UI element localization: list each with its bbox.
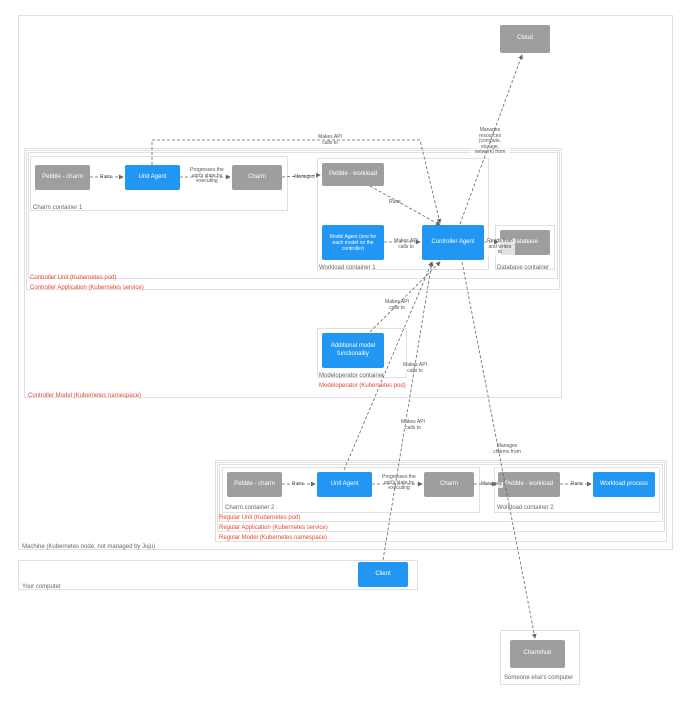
label-modeloperator-container: Modeloperator container bbox=[319, 373, 384, 379]
text-prog-2: Progresses the unit's state by executing bbox=[380, 475, 418, 492]
label-controller-model: Controller Model (Kubernetes namespace) bbox=[28, 393, 141, 399]
node-workload-process: Workload process bbox=[593, 472, 655, 497]
edge-manages-resources: Manages resources (compute, storage, net… bbox=[470, 128, 510, 156]
label-your-computer: Your computer bbox=[22, 584, 61, 590]
node-additional-model: Additional model functionality bbox=[322, 333, 384, 368]
edge-manages-1: Manages bbox=[293, 175, 316, 181]
edge-runs-2: Runs bbox=[388, 200, 402, 206]
node-charmhub: Charmhub bbox=[510, 640, 565, 668]
node-controller-agent: Controller Agent bbox=[422, 225, 484, 260]
edge-reads-writes: Reads from and writes to bbox=[485, 239, 515, 256]
node-unit-agent-2: Unit Agent bbox=[317, 472, 372, 497]
label-regular-app: Regular Application (Kubernetes service) bbox=[219, 525, 328, 531]
edge-manages-2: Manages bbox=[480, 482, 503, 488]
edge-runs-3: Runs bbox=[291, 482, 305, 488]
node-unit-agent-1: Unit Agent bbox=[125, 165, 180, 190]
edge-api-4: Makes API calls to bbox=[400, 363, 430, 374]
node-charm-2: Charm bbox=[424, 472, 474, 497]
node-model-agent: Model Agent (one for each model on the c… bbox=[322, 225, 384, 260]
label-regular-unit: Regular Unit (Kubernetes pod) bbox=[219, 515, 300, 521]
label-workload-container-1: Workload container 1 bbox=[319, 265, 376, 271]
edge-api-5: Makes API calls to bbox=[398, 420, 428, 431]
edge-api-2: Makes API calls to bbox=[392, 239, 420, 250]
edge-api-3: Makes API calls to bbox=[382, 300, 412, 311]
node-pebble-workload-1: Pebble - workload bbox=[322, 163, 384, 186]
edge-api-1: Makes API calls to bbox=[315, 135, 345, 146]
label-machine: Machine (Kubernetes node; not managed by… bbox=[22, 544, 155, 550]
label-database-container: Database container bbox=[497, 265, 549, 271]
label-regular-model: Regular Model (Kubernetes namespace) bbox=[219, 535, 327, 541]
node-pebble-workload-2: Pebble - workload bbox=[498, 472, 560, 497]
edge-manages-charms: Manages charms from bbox=[492, 444, 522, 455]
label-modeloperator: Modeloperator (Kubernetes pod) bbox=[319, 383, 406, 389]
edge-runs-4: Runs bbox=[570, 482, 584, 488]
node-pebble-charm-1: Pebble - charm bbox=[35, 165, 90, 190]
node-client: Client bbox=[358, 562, 408, 587]
label-charm-container-1: Charm container 1 bbox=[33, 205, 82, 211]
label-charm-container-2: Charm container 2 bbox=[225, 505, 274, 511]
label-controller-app: Controller Application (Kubernetes servi… bbox=[30, 285, 144, 291]
text-prog-1: Progresses the unit's state by executing bbox=[188, 168, 226, 185]
node-pebble-charm-2: Pebble - charm bbox=[227, 472, 282, 497]
label-someone-else: Someone else's computer bbox=[504, 675, 573, 681]
edge-runs-1: Runs bbox=[99, 175, 113, 181]
node-charm-1: Charm bbox=[232, 165, 282, 190]
node-cloud: Cloud bbox=[500, 25, 550, 53]
label-controller-unit: Controller Unit (Kubernetes pod) bbox=[30, 275, 116, 281]
label-workload-container-2: Workload container 2 bbox=[497, 505, 554, 511]
